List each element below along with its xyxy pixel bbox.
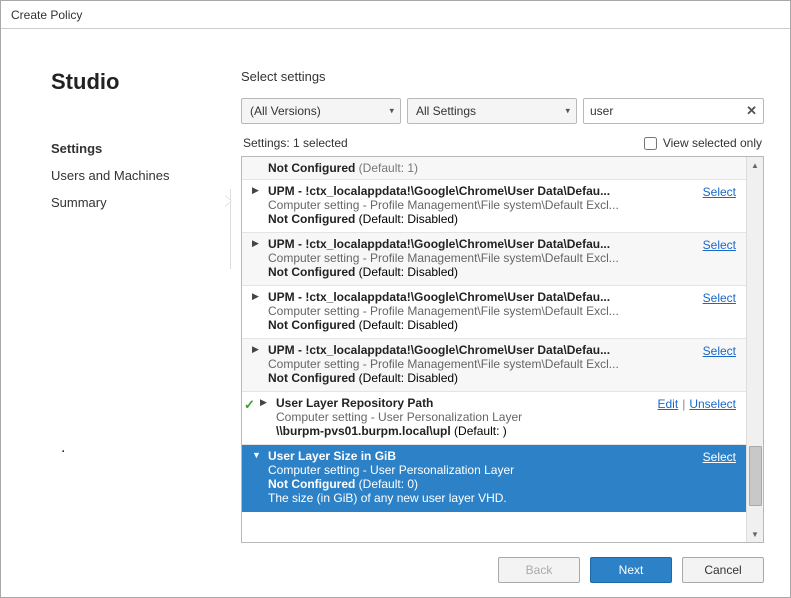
- setting-row[interactable]: ▶ UPM - !ctx_localappdata!\Google\Chrome…: [242, 339, 746, 392]
- filter-bar: (All Versions) ▾ All Settings ▾ ✕: [241, 98, 764, 124]
- setting-title: User Layer Size in GiB: [268, 449, 738, 463]
- version-dropdown[interactable]: (All Versions) ▾: [241, 98, 401, 124]
- cancel-button[interactable]: Cancel: [682, 557, 764, 583]
- select-link[interactable]: Select: [703, 291, 736, 305]
- state-label: Not Configured: [268, 265, 355, 279]
- expand-icon[interactable]: ▶: [252, 238, 259, 249]
- view-selected-checkbox[interactable]: [644, 137, 657, 150]
- view-selected-only[interactable]: View selected only: [644, 136, 762, 150]
- scroll-thumb[interactable]: [749, 446, 762, 506]
- step-users-machines[interactable]: Users and Machines: [51, 162, 231, 189]
- setting-row[interactable]: ▶ UPM - !ctx_localappdata!\Google\Chrome…: [242, 286, 746, 339]
- wizard-steps: Settings Users and Machines Summary: [51, 135, 231, 216]
- expand-icon[interactable]: ▶: [252, 185, 259, 196]
- setting-row[interactable]: Not Configured (Default: 1): [242, 157, 746, 180]
- chevron-down-icon: ▾: [389, 106, 394, 117]
- setting-title: UPM - !ctx_localappdata!\Google\Chrome\U…: [268, 290, 738, 304]
- step-summary[interactable]: Summary: [51, 189, 231, 216]
- default-label: (Default: Disabled): [359, 371, 458, 385]
- main-pane: Select settings (All Versions) ▾ All Set…: [231, 29, 790, 597]
- expand-icon[interactable]: ▶: [252, 344, 259, 355]
- state-label: Not Configured: [268, 371, 355, 385]
- search-box[interactable]: ✕: [583, 98, 764, 124]
- collapse-icon[interactable]: ▼: [252, 450, 261, 460]
- default-label: (Default: ): [454, 424, 507, 438]
- search-input[interactable]: [590, 104, 739, 118]
- setting-title: UPM - !ctx_localappdata!\Google\Chrome\U…: [268, 343, 738, 357]
- loading-dot: .: [61, 439, 65, 457]
- setting-title: UPM - !ctx_localappdata!\Google\Chrome\U…: [268, 184, 738, 198]
- unselect-link[interactable]: Unselect: [689, 397, 736, 411]
- setting-sub: Computer setting - Profile Management\Fi…: [268, 357, 738, 371]
- default-label: (Default: Disabled): [359, 265, 458, 279]
- scroll-up-icon[interactable]: ▲: [747, 157, 763, 173]
- state-label: Not Configured: [268, 212, 355, 226]
- settings-list: Not Configured (Default: 1) ▶ UPM - !ctx…: [241, 156, 764, 543]
- titlebar: Create Policy: [1, 1, 790, 29]
- step-settings[interactable]: Settings: [51, 135, 231, 162]
- version-selected: (All Versions): [250, 104, 321, 118]
- edit-link[interactable]: Edit: [658, 397, 679, 411]
- app-name: Studio: [51, 69, 231, 95]
- setting-sub: Computer setting - Profile Management\Fi…: [268, 198, 738, 212]
- chevron-down-icon: ▾: [565, 106, 570, 117]
- footer-buttons: Back Next Cancel: [241, 543, 764, 583]
- setting-title: UPM - !ctx_localappdata!\Google\Chrome\U…: [268, 237, 738, 251]
- state-label: Not Configured: [268, 477, 355, 491]
- view-selected-label: View selected only: [663, 136, 762, 150]
- state-label: Not Configured: [268, 161, 355, 175]
- window-title: Create Policy: [11, 8, 82, 22]
- expand-icon[interactable]: ▶: [252, 291, 259, 302]
- sidebar: Studio Settings Users and Machines Summa…: [1, 29, 231, 597]
- select-link[interactable]: Select: [703, 450, 736, 464]
- category-dropdown[interactable]: All Settings ▾: [407, 98, 577, 124]
- setting-row[interactable]: ✓ ▶ User Layer Repository Path Computer …: [242, 392, 746, 445]
- default-label: (Default: Disabled): [359, 318, 458, 332]
- scroll-down-icon[interactable]: ▼: [747, 526, 763, 542]
- select-link[interactable]: Select: [703, 238, 736, 252]
- next-button[interactable]: Next: [590, 557, 672, 583]
- default-label: (Default: 1): [359, 161, 418, 175]
- default-label: (Default: 0): [359, 477, 418, 491]
- settings-list-inner[interactable]: Not Configured (Default: 1) ▶ UPM - !ctx…: [242, 157, 746, 542]
- select-link[interactable]: Select: [703, 344, 736, 358]
- pane-title: Select settings: [241, 69, 764, 84]
- select-link[interactable]: Select: [703, 185, 736, 199]
- setting-sub: Computer setting - User Personalization …: [276, 410, 738, 424]
- state-label: Not Configured: [268, 318, 355, 332]
- category-selected: All Settings: [416, 104, 476, 118]
- back-button: Back: [498, 557, 580, 583]
- setting-row[interactable]: ▶ UPM - !ctx_localappdata!\Google\Chrome…: [242, 180, 746, 233]
- setting-row[interactable]: ▶ UPM - !ctx_localappdata!\Google\Chrome…: [242, 233, 746, 286]
- settings-count-value: 1 selected: [293, 136, 348, 150]
- setting-row-selected[interactable]: ▼ User Layer Size in GiB Computer settin…: [242, 445, 746, 512]
- check-icon: ✓: [244, 397, 255, 413]
- setting-sub: Computer setting - Profile Management\Fi…: [268, 251, 738, 265]
- expand-icon[interactable]: ▶: [260, 397, 267, 408]
- default-label: (Default: Disabled): [359, 212, 458, 226]
- settings-count-label: Settings:: [243, 136, 293, 150]
- scrollbar[interactable]: ▲ ▼: [746, 157, 763, 542]
- state-label: \\burpm-pvs01.burpm.local\upl: [276, 424, 451, 438]
- clear-search-icon[interactable]: ✕: [746, 103, 757, 119]
- setting-sub: Computer setting - Profile Management\Fi…: [268, 304, 738, 318]
- setting-description: The size (in GiB) of any new user layer …: [268, 491, 738, 505]
- setting-sub: Computer setting - User Personalization …: [268, 463, 738, 477]
